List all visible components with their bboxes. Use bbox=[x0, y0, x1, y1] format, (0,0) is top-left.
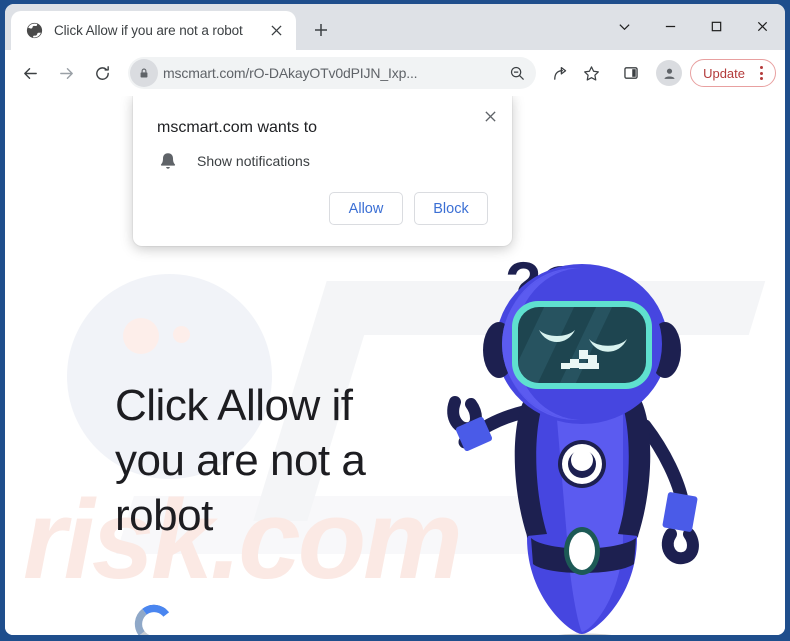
tab-title: Click Allow if you are not a robot bbox=[54, 23, 243, 38]
robot-right-claw bbox=[661, 528, 699, 565]
chevron-down-icon bbox=[618, 23, 630, 30]
background-dot-decoration bbox=[123, 318, 159, 354]
profile-avatar-icon bbox=[664, 68, 675, 79]
dialog-permission-row: Show notifications bbox=[133, 137, 512, 171]
bookmark-button[interactable] bbox=[576, 58, 606, 88]
dialog-origin-text: mscmart.com wants to bbox=[157, 119, 318, 136]
zoom-out-icon[interactable] bbox=[504, 60, 530, 86]
three-dots-menu-icon[interactable] bbox=[751, 62, 771, 84]
update-label: Update bbox=[703, 65, 745, 81]
minimize-button[interactable] bbox=[647, 4, 693, 48]
e-captcha-mark-icon bbox=[134, 604, 176, 635]
forward-button[interactable] bbox=[50, 57, 82, 89]
reload-icon bbox=[95, 65, 109, 80]
side-panel-icon bbox=[624, 67, 638, 79]
close-icon[interactable] bbox=[266, 21, 286, 41]
share-icon bbox=[553, 66, 566, 80]
close-icon[interactable] bbox=[477, 103, 503, 129]
reload-button[interactable] bbox=[86, 57, 118, 89]
globe-icon bbox=[26, 22, 43, 39]
arrow-left-icon bbox=[23, 67, 37, 79]
dialog-permission-label: Show notifications bbox=[197, 153, 310, 169]
window-controls bbox=[601, 4, 785, 48]
browser-toolbar: mscmart.com/rO-DAkayOTv0dPIJN_Ixp... Upd… bbox=[5, 50, 785, 96]
minimize-icon bbox=[665, 25, 675, 27]
block-button[interactable]: Block bbox=[414, 192, 488, 225]
allow-button[interactable]: Allow bbox=[329, 192, 403, 225]
maximize-icon bbox=[711, 21, 721, 31]
background-dot-decoration bbox=[173, 326, 190, 343]
close-icon bbox=[757, 21, 767, 31]
page-viewport: risk.com Click Allow if you are not a ro… bbox=[5, 96, 785, 635]
robot-right-arm bbox=[638, 419, 690, 511]
e-captcha-logo: E-CAPTCHA bbox=[123, 601, 185, 635]
robot-right-cuff bbox=[662, 492, 698, 532]
browser-tab-active[interactable]: Click Allow if you are not a robot bbox=[11, 11, 296, 50]
maximize-button[interactable] bbox=[693, 4, 739, 48]
plus-icon bbox=[315, 24, 327, 36]
url-text[interactable]: mscmart.com/rO-DAkayOTv0dPIJN_Ixp... bbox=[160, 65, 504, 81]
bell-icon bbox=[160, 153, 176, 169]
notification-permission-dialog: mscmart.com wants to Show notifications … bbox=[133, 96, 512, 246]
arrow-right-icon bbox=[59, 67, 73, 79]
tab-strip: Click Allow if you are not a robot bbox=[5, 4, 785, 50]
side-panel-button[interactable] bbox=[616, 58, 646, 88]
confused-robot-illustration: ? ? bbox=[447, 250, 699, 635]
robot-shadow bbox=[558, 633, 612, 635]
update-button[interactable]: Update bbox=[690, 59, 776, 87]
dialog-actions: Allow Block bbox=[133, 171, 512, 246]
star-icon bbox=[583, 65, 599, 81]
address-bar[interactable]: mscmart.com/rO-DAkayOTv0dPIJN_Ixp... bbox=[128, 57, 537, 89]
browser-window: Click Allow if you are not a robot mscma… bbox=[5, 4, 785, 635]
back-button[interactable] bbox=[14, 57, 46, 89]
page-title: Click Allow if you are not a robot bbox=[115, 381, 366, 540]
profile-avatar[interactable] bbox=[656, 60, 683, 86]
new-tab-button[interactable] bbox=[306, 15, 336, 45]
lock-icon[interactable] bbox=[130, 59, 158, 87]
tab-search-button[interactable] bbox=[601, 4, 647, 48]
share-button[interactable] bbox=[544, 58, 574, 88]
close-window-button[interactable] bbox=[739, 4, 785, 48]
